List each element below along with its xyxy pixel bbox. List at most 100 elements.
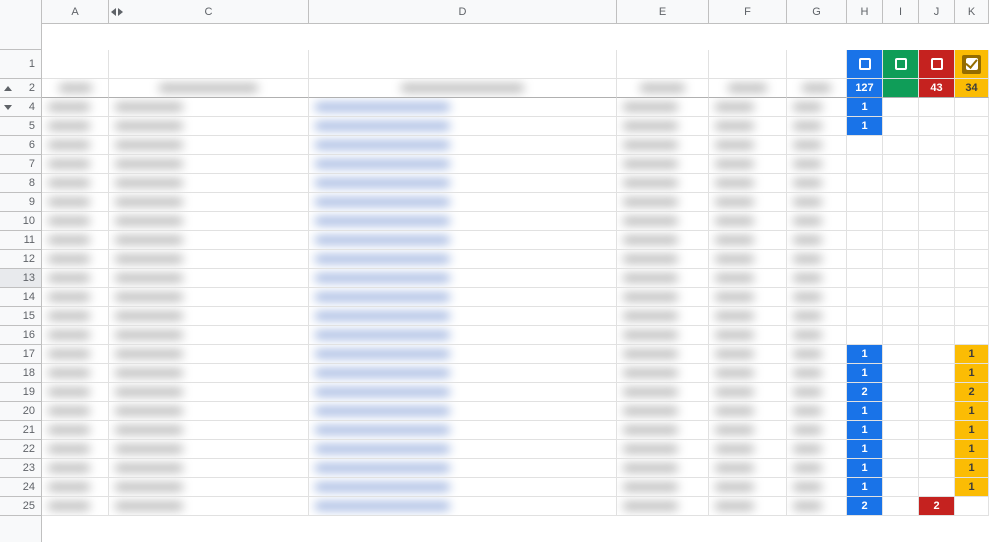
cell-G23[interactable] (787, 459, 847, 478)
cell-A21[interactable] (42, 421, 109, 440)
cell-G25[interactable] (787, 497, 847, 516)
row-header-6[interactable]: 6 (0, 136, 41, 155)
cell-D23[interactable] (309, 459, 617, 478)
cell-I10[interactable] (883, 212, 919, 231)
cell-H10[interactable] (847, 212, 883, 231)
cell-F17[interactable] (709, 345, 787, 364)
cell-G15[interactable] (787, 307, 847, 326)
cell-A16[interactable] (42, 326, 109, 345)
cell-D8[interactable] (309, 174, 617, 193)
row-header-9[interactable]: 9 (0, 193, 41, 212)
cell-I19[interactable] (883, 383, 919, 402)
cell-G22[interactable] (787, 440, 847, 459)
cell-J9[interactable] (919, 193, 955, 212)
row-group-expand-icon[interactable] (4, 105, 12, 110)
col-header-D[interactable]: D (309, 0, 617, 23)
cell-K16[interactable] (955, 326, 989, 345)
cell-F6[interactable] (709, 136, 787, 155)
cell-G6[interactable] (787, 136, 847, 155)
cell-D11[interactable] (309, 231, 617, 250)
cell-A14[interactable] (42, 288, 109, 307)
cell-J16[interactable] (919, 326, 955, 345)
cell-D14[interactable] (309, 288, 617, 307)
cell-J6[interactable] (919, 136, 955, 155)
cell-D19[interactable] (309, 383, 617, 402)
cell-J17[interactable] (919, 345, 955, 364)
cell-C20[interactable] (109, 402, 309, 421)
cell-E6[interactable] (617, 136, 709, 155)
cell-D16[interactable] (309, 326, 617, 345)
cell-F11[interactable] (709, 231, 787, 250)
cell-G21[interactable] (787, 421, 847, 440)
row-header-15[interactable]: 15 (0, 307, 41, 326)
cell-J8[interactable] (919, 174, 955, 193)
cell-I20[interactable] (883, 402, 919, 421)
cell-C5[interactable] (109, 117, 309, 136)
col-header-C[interactable]: C (109, 0, 309, 23)
cell-F14[interactable] (709, 288, 787, 307)
cell-H2[interactable]: 127 (847, 79, 883, 98)
cell-I15[interactable] (883, 307, 919, 326)
cell-E20[interactable] (617, 402, 709, 421)
cell-G16[interactable] (787, 326, 847, 345)
cell-F22[interactable] (709, 440, 787, 459)
cell-F5[interactable] (709, 117, 787, 136)
cell-K12[interactable] (955, 250, 989, 269)
cell-A25[interactable] (42, 497, 109, 516)
col-header-G[interactable]: G (787, 0, 847, 23)
row-header-13[interactable]: 13 (0, 269, 41, 288)
cell-F18[interactable] (709, 364, 787, 383)
cell-D15[interactable] (309, 307, 617, 326)
cell-K17[interactable]: 1 (955, 345, 989, 364)
cell-J24[interactable] (919, 478, 955, 497)
cell-G14[interactable] (787, 288, 847, 307)
row-header-18[interactable]: 18 (0, 364, 41, 383)
cell-A7[interactable] (42, 155, 109, 174)
row-header-14[interactable]: 14 (0, 288, 41, 307)
cell-J18[interactable] (919, 364, 955, 383)
cell-I6[interactable] (883, 136, 919, 155)
cell-E21[interactable] (617, 421, 709, 440)
cell-H21[interactable]: 1 (847, 421, 883, 440)
cell-D20[interactable] (309, 402, 617, 421)
cell-A19[interactable] (42, 383, 109, 402)
col-header-H[interactable]: H (847, 0, 883, 23)
cell-G19[interactable] (787, 383, 847, 402)
cell-D2[interactable] (309, 79, 617, 98)
column-group-toggle[interactable] (111, 8, 123, 16)
cell-G11[interactable] (787, 231, 847, 250)
cell-H24[interactable]: 1 (847, 478, 883, 497)
cell-D4[interactable] (309, 98, 617, 117)
cell-E13[interactable] (617, 269, 709, 288)
cell-F15[interactable] (709, 307, 787, 326)
cell-K25[interactable] (955, 497, 989, 516)
cell-C10[interactable] (109, 212, 309, 231)
cell-C6[interactable] (109, 136, 309, 155)
cell-I23[interactable] (883, 459, 919, 478)
cell-K22[interactable]: 1 (955, 440, 989, 459)
cell-J19[interactable] (919, 383, 955, 402)
cell-I5[interactable] (883, 117, 919, 136)
cell-A5[interactable] (42, 117, 109, 136)
cell-K21[interactable]: 1 (955, 421, 989, 440)
cell-H17[interactable]: 1 (847, 345, 883, 364)
cell-D24[interactable] (309, 478, 617, 497)
cell-I22[interactable] (883, 440, 919, 459)
cell-C21[interactable] (109, 421, 309, 440)
collapse-left-icon[interactable] (111, 8, 116, 16)
row-group-collapse-icon[interactable] (4, 86, 12, 91)
cell-J25[interactable]: 2 (919, 497, 955, 516)
cell-G2[interactable] (787, 79, 847, 98)
cell-J21[interactable] (919, 421, 955, 440)
cell-F16[interactable] (709, 326, 787, 345)
cell-A17[interactable] (42, 345, 109, 364)
cell-I21[interactable] (883, 421, 919, 440)
cell-F24[interactable] (709, 478, 787, 497)
cell-E11[interactable] (617, 231, 709, 250)
cell-E24[interactable] (617, 478, 709, 497)
row-header-1[interactable]: 1 (0, 50, 41, 79)
cell-C19[interactable] (109, 383, 309, 402)
cell-H1[interactable] (847, 50, 883, 79)
cell-H11[interactable] (847, 231, 883, 250)
cell-C17[interactable] (109, 345, 309, 364)
